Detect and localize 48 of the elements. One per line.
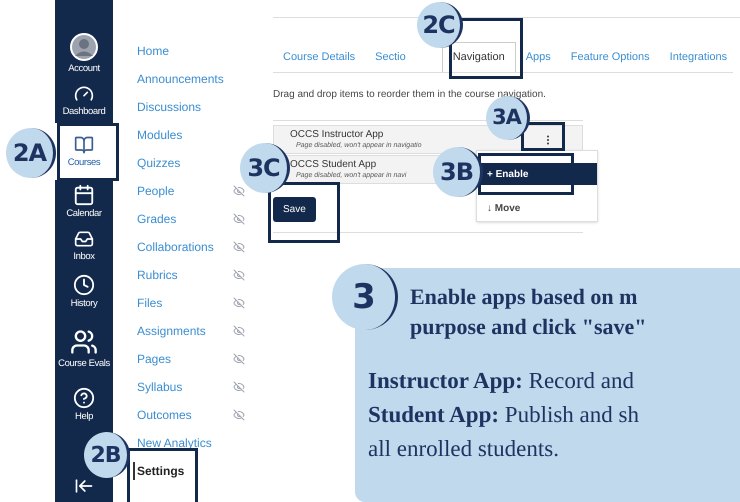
book-icon: [74, 134, 94, 154]
calendar-icon: [73, 184, 95, 206]
callout-text: Student App: Publish and sh: [368, 401, 640, 429]
course-nav-link[interactable]: Grades: [137, 210, 176, 228]
step-badge: 2A: [6, 128, 56, 178]
course-nav-link[interactable]: Discussions: [137, 98, 202, 116]
inbox-icon: [74, 229, 94, 249]
save-button[interactable]: Save: [273, 196, 316, 222]
course-nav-link[interactable]: New Analytics: [137, 434, 212, 452]
course-nav-link[interactable]: People: [137, 182, 174, 200]
course-nav-link[interactable]: Home: [137, 42, 170, 60]
help-icon: [73, 387, 95, 409]
step-badge: 2C: [417, 2, 463, 48]
global-nav-item[interactable]: History: [55, 268, 113, 316]
global-nav-item[interactable]: Calendar: [55, 180, 113, 224]
global-nav-item[interactable]: Help: [55, 382, 113, 428]
course-nav-link[interactable]: Collaborations: [137, 238, 214, 256]
course-nav-link[interactable]: Pages: [137, 350, 172, 368]
avatar-icon: [70, 33, 98, 61]
settings-tab[interactable]: Apps: [516, 43, 561, 72]
people-icon: [70, 328, 98, 356]
menu-item[interactable]: ↓ Move: [477, 197, 597, 219]
global-nav-item[interactable]: Dashboard: [55, 78, 113, 123]
step-badge: 3: [332, 264, 398, 330]
callout-heading: Enable apps based on m purpose and click "save": [409, 283, 648, 341]
course-nav-link[interactable]: Syllabus: [137, 378, 182, 396]
app-name: OCCS Instructor App: [290, 128, 384, 140]
course-nav-link[interactable]: Quizzes: [137, 154, 180, 172]
step-badge: 3C: [240, 143, 290, 193]
app-name: OCCS Student App: [290, 158, 376, 170]
global-nav-item[interactable]: Inbox: [55, 224, 113, 268]
course-nav-link[interactable]: Announcements: [137, 70, 224, 88]
settings-tab[interactable]: Course Details: [273, 43, 366, 72]
global-nav-item[interactable]: Account: [55, 30, 113, 78]
global-nav-item[interactable]: Course Evals: [55, 316, 113, 382]
gauge-icon: [74, 84, 94, 104]
clock-icon: [73, 274, 95, 296]
callout-text: Instructor App: Record and: [368, 367, 635, 395]
callout-text: all enrolled students.: [368, 435, 560, 463]
course-nav-link[interactable]: Files: [137, 294, 162, 312]
course-nav-link[interactable]: Modules: [137, 126, 182, 144]
course-nav-link[interactable]: Rubrics: [137, 266, 178, 284]
course-nav-link[interactable]: Settings: [133, 462, 184, 480]
settings-tab[interactable]: Integrations: [660, 43, 738, 72]
settings-tab[interactable]: Feature Options: [560, 43, 660, 72]
course-nav-link[interactable]: Assignments: [137, 322, 206, 340]
course-nav-link[interactable]: Outcomes: [137, 406, 192, 424]
settings-tab[interactable]: Navigation: [442, 42, 516, 72]
